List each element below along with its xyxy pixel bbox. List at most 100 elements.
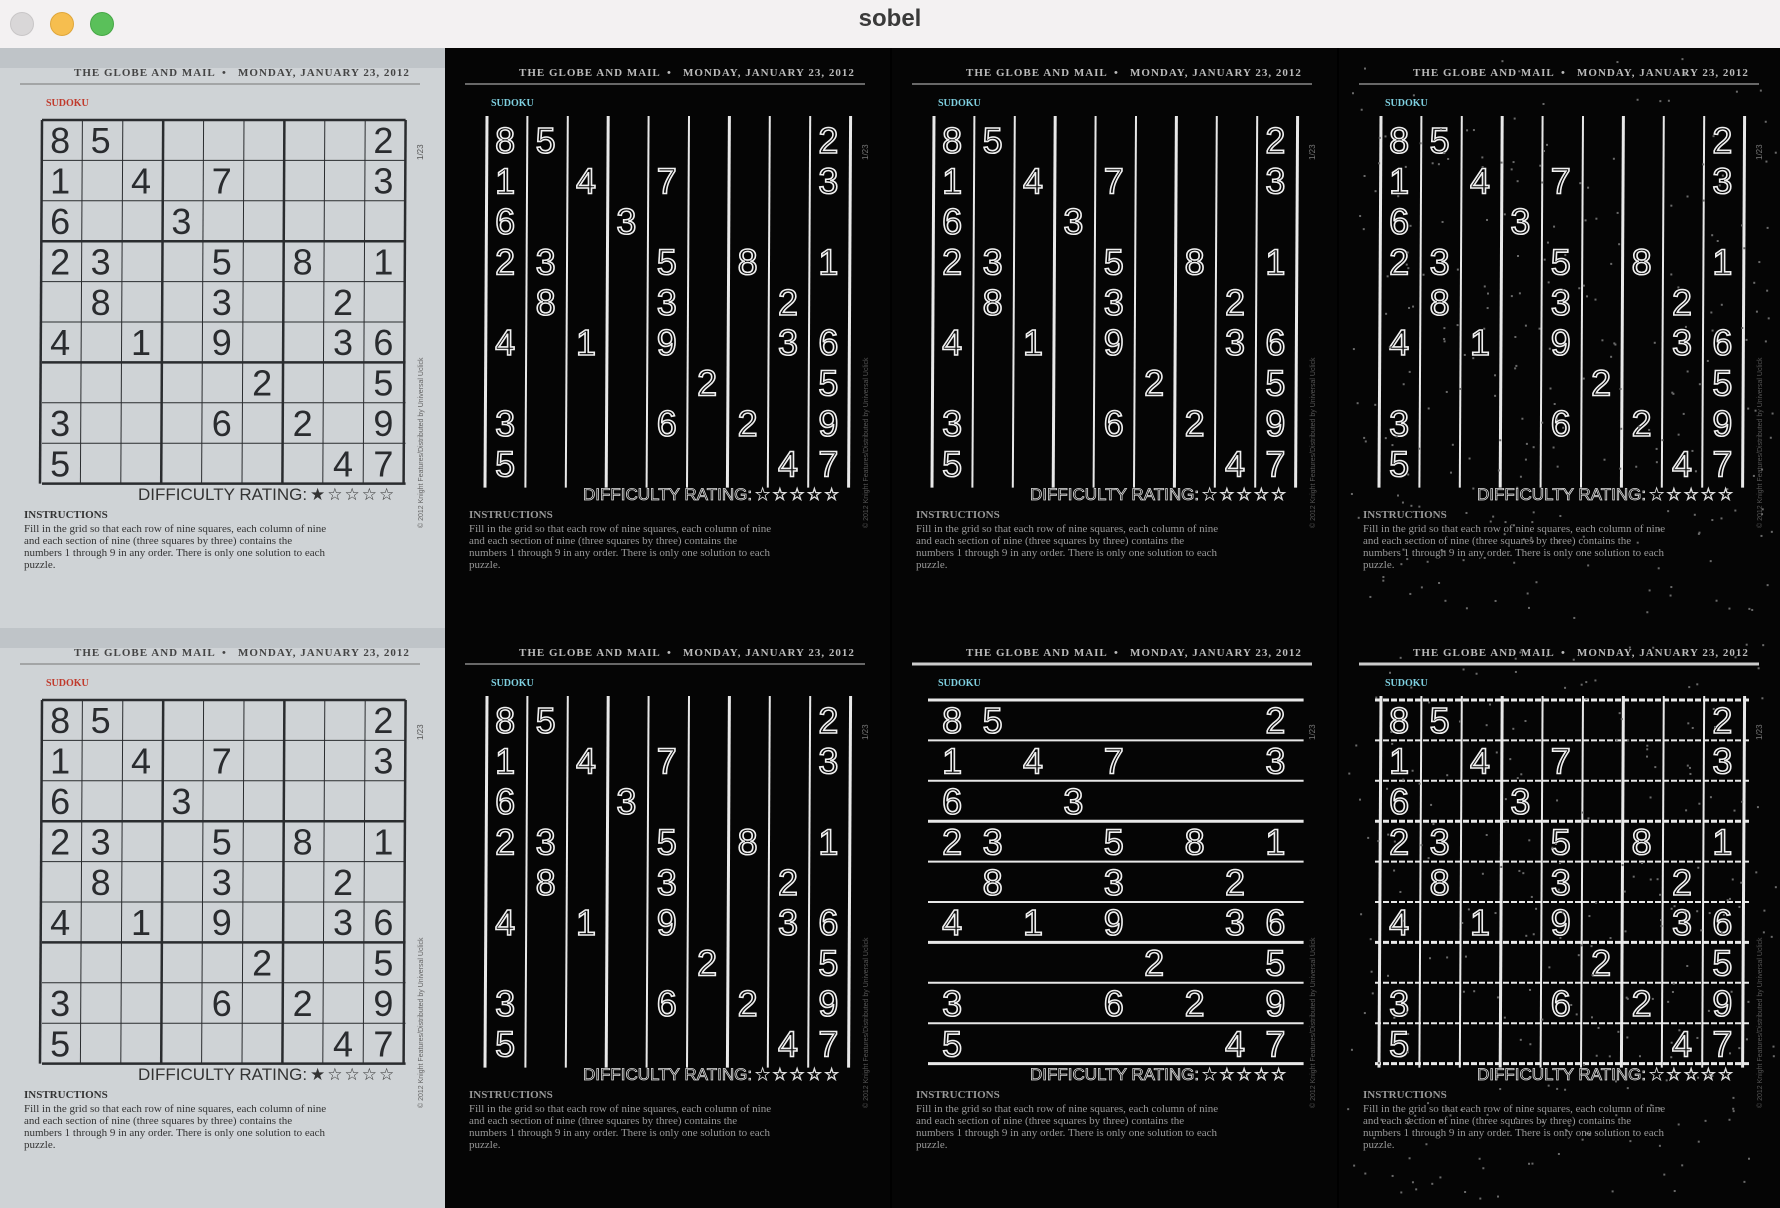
sudoku-cell-digit: 6 [818,322,838,363]
sudoku-cell-digit: 4 [1672,1023,1692,1064]
instructions-heading: INSTRUCTIONS [24,509,108,521]
sobel-x-panel-1-canvas: THE GLOBE AND MAIL • MONDAY, JANUARY 23, 2… [445,48,890,628]
masthead: THE GLOBE AND MAIL • MONDAY, JANUARY 23, 2… [519,647,854,659]
sudoku-cell-digit: 8 [91,862,111,903]
instructions-line: Fill in the grid so that each row of nin… [916,1103,1218,1115]
instructions-line: and each section of nine (three squares … [916,535,1184,547]
sudoku-cell-digit: 5 [373,943,393,984]
instructions-line: puzzle. [916,559,948,571]
instructions-line: and each section of nine (three squares … [24,535,292,547]
sudoku-cell-digit: 3 [942,403,962,444]
grid-vertical-line [483,695,489,1068]
sudoku-cell-digit: 1 [942,741,962,782]
sudoku-cell-digit: 3 [778,902,798,943]
sudoku-cell-digit: 1 [131,902,151,943]
sudoku-cell-digit: 3 [495,983,515,1024]
puzzle-id: 1/23 [1308,724,1317,740]
instructions-line: and each section of nine (three squares … [916,1115,1184,1127]
sobel-x-panel-3: THE GLOBE AND MAIL • MONDAY, JANUARY 23, 2… [1339,48,1780,628]
section-label: SUDOKU [46,98,89,109]
sudoku-cell-digit: 5 [1430,700,1450,741]
grid-vertical-line [847,115,853,488]
sudoku-cell-digit: 1 [495,741,515,782]
sudoku-cell-digit: 3 [1104,862,1124,903]
sudoku-cell-digit: 9 [373,983,393,1024]
sudoku-cell-digit: 4 [131,741,151,782]
puzzle-id: 1/23 [861,724,870,740]
sudoku-cell-digit: 8 [738,241,758,282]
sobel-x-panel-1: THE GLOBE AND MAIL • MONDAY, JANUARY 23, 2… [445,48,890,628]
instructions-line: numbers 1 through 9 in any order. There … [916,1127,1218,1139]
instructions-line: numbers 1 through 9 in any order. There … [1363,547,1665,559]
sudoku-cell-digit: 4 [1470,741,1490,782]
sudoku-cell-digit: 1 [1712,821,1732,862]
sudoku-cell-digit: 6 [1551,983,1571,1024]
masthead-paper-name: THE GLOBE AND MAIL [519,67,661,79]
original-image-top: THE GLOBE AND MAIL • MONDAY, JANUARY 23, 2… [0,48,445,628]
sudoku-cell-digit: 5 [942,443,962,484]
sudoku-cell-digit: 3 [536,241,556,282]
difficulty-rating: DIFFICULTY RATING: ★☆☆☆☆ [138,1065,394,1084]
difficulty-stars: ★☆☆☆☆ [1649,1065,1735,1084]
section-label: SUDOKU [938,678,981,689]
sudoku-cell-digit: 7 [1265,1023,1285,1064]
sobel-x-panel-2-canvas: THE GLOBE AND MAIL • MONDAY, JANUARY 23, 2… [892,48,1337,628]
masthead-separator: • [667,647,672,659]
difficulty-rating: DIFFICULTY RATING: ★☆☆☆☆ [583,485,840,505]
sudoku-cell-digit: 1 [131,322,151,363]
difficulty-label: DIFFICULTY RATING: [1030,485,1199,504]
sudoku-cell-digit: 3 [818,161,838,202]
sudoku-cell-digit: 3 [616,201,636,242]
instructions-line: and each section of nine (three squares … [469,535,737,547]
sudoku-cell-digit: 8 [983,862,1003,903]
sudoku-cell-digit: 4 [1389,322,1409,363]
sudoku-cell-digit: 1 [1265,821,1285,862]
section-label: SUDOKU [938,98,981,109]
sudoku-cell-digit: 8 [495,120,515,161]
sudoku-cell-digit: 7 [1712,443,1732,484]
sudoku-cell-digit: 3 [778,322,798,363]
sudoku-cell-digit: 6 [942,781,962,822]
sudoku-cell-digit: 5 [1430,120,1450,161]
sudoku-cell-digit: 5 [657,241,677,282]
sudoku-cell-digit: 7 [1265,443,1285,484]
side-credit: © 2012 Knight Features/Distributed by Un… [1756,357,1764,528]
difficulty-rating: DIFFICULTY RATING: ★☆☆☆☆ [1030,1065,1288,1085]
sudoku-cell-digit: 1 [1470,322,1490,363]
sudoku-cell-digit: 2 [1632,983,1652,1024]
sudoku-cell-digit: 2 [1225,282,1245,323]
instructions-line: Fill in the grid so that each row of nin… [24,523,326,535]
sudoku-cell-digit: 7 [373,1023,393,1064]
sudoku-cell-digit: 7 [818,1023,838,1064]
sudoku-cell-digit: 4 [50,322,70,363]
sudoku-cell-digit: 7 [1712,1023,1732,1064]
instructions-line: numbers 1 through 9 in any order. There … [1363,1127,1665,1139]
sobel-y-panel: THE GLOBE AND MAIL • MONDAY, JANUARY 23, 2… [892,628,1337,1208]
sudoku-cell-digit: 2 [1591,943,1611,984]
sudoku-cell-digit: 6 [942,201,962,242]
sudoku-cell-digit: 5 [212,821,232,862]
sudoku-cell-digit: 3 [616,781,636,822]
sudoku-cell-digit: 6 [1389,201,1409,242]
difficulty-stars: ★☆☆☆☆ [1202,1065,1288,1084]
sudoku-cell-digit: 1 [495,161,515,202]
sudoku-cell-digit: 1 [50,161,70,202]
masthead-date: MONDAY, JANUARY 23, 2012 [238,647,410,659]
sudoku-cell-digit: 1 [1023,322,1043,363]
sudoku-cell-digit: 2 [333,862,353,903]
sudoku-cell-digit: 2 [818,700,838,741]
original-image-bottom: THE GLOBE AND MAIL • MONDAY, JANUARY 23, 2… [0,628,445,1208]
sudoku-cell-digit: 3 [495,403,515,444]
sudoku-cell-digit: 7 [657,161,677,202]
sudoku-cell-digit: 2 [942,241,962,282]
sudoku-cell-digit: 3 [1672,902,1692,943]
sudoku-cell-digit: 8 [1632,821,1652,862]
grid-vertical-line [1051,115,1057,488]
sudoku-cell-digit: 9 [657,322,677,363]
instructions-line: and each section of nine (three squares … [469,1115,737,1127]
sudoku-cell-digit: 8 [1430,862,1450,903]
difficulty-rating: DIFFICULTY RATING: ★☆☆☆☆ [583,1065,840,1085]
sudoku-cell-digit: 9 [1265,403,1285,444]
masthead-paper-name: THE GLOBE AND MAIL [1413,67,1555,79]
masthead-separator: • [1561,67,1566,79]
